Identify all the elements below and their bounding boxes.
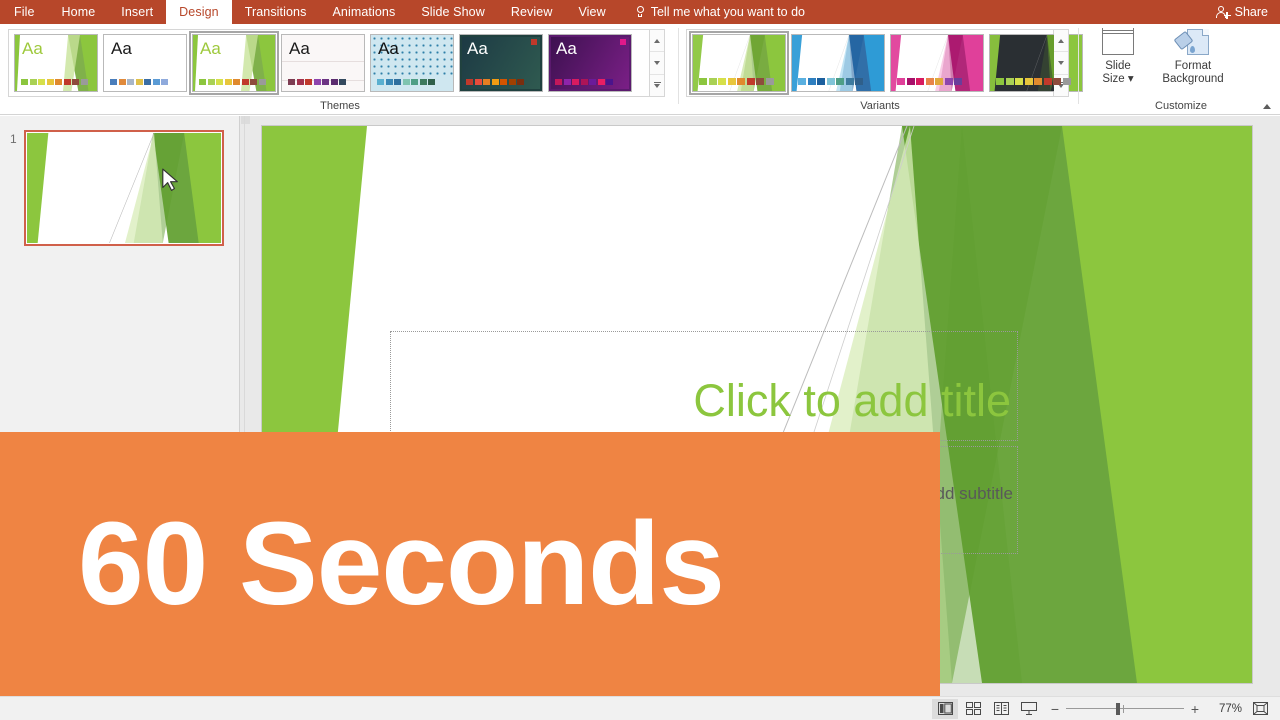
variants-scroll-buttons[interactable]: [1054, 29, 1069, 97]
theme-rule-lines: [282, 61, 364, 81]
variant-thumbnail-0[interactable]: [689, 31, 789, 95]
format-background-icon: [1173, 28, 1213, 57]
share-button[interactable]: Share: [1204, 0, 1280, 24]
theme-aa-preview: Aa: [556, 39, 577, 58]
variant-color-swatches: [798, 78, 863, 85]
tab-review[interactable]: Review: [498, 0, 566, 24]
theme-color-swatches: [466, 79, 524, 85]
format-background-button[interactable]: Format Background: [1150, 28, 1236, 86]
tab-design[interactable]: Design: [166, 0, 232, 24]
group-separator: [1078, 28, 1079, 104]
slide-size-icon: [1098, 28, 1138, 57]
themes-scroll-buttons[interactable]: [650, 29, 665, 97]
ribbon-body: Aa Aa Aa Aa Aa Aa Aa Themes Variants Sli…: [0, 24, 1280, 115]
themes-group: Aa Aa Aa Aa Aa Aa Aa Themes: [0, 24, 680, 115]
variant-thumbnail-1[interactable]: [791, 34, 885, 92]
tab-view[interactable]: View: [565, 0, 618, 24]
slide-size-button[interactable]: Slide Size ▾: [1090, 28, 1146, 86]
theme-thumbnail-1[interactable]: Aa: [103, 34, 187, 92]
theme-color-swatches: [199, 79, 266, 85]
theme-thumbnail-4[interactable]: Aa: [370, 34, 454, 92]
group-separator: [678, 28, 679, 104]
theme-left-sliver: [193, 35, 198, 91]
theme-aa-preview: Aa: [22, 39, 43, 58]
mouse-cursor-icon: [162, 168, 178, 192]
tab-home[interactable]: Home: [49, 0, 109, 24]
zoom-out-button[interactable]: −: [1050, 702, 1060, 716]
fit-slide-to-window-button[interactable]: [1246, 699, 1274, 719]
theme-corner-marker: [620, 39, 626, 45]
variant-color-swatches: [699, 78, 774, 85]
customize-group: Slide Size ▾ Format Background Customize: [1082, 24, 1280, 115]
customize-group-label: Customize: [1155, 100, 1207, 112]
format-background-label-line2: Background: [1162, 73, 1224, 85]
zoom-slider[interactable]: [1066, 702, 1184, 715]
slide-size-dropdown-caret[interactable]: ▾: [1125, 73, 1134, 85]
theme-aa-preview: Aa: [289, 39, 310, 58]
tell-me-label: Tell me what you want to do: [650, 5, 805, 19]
theme-aa-preview: Aa: [111, 39, 132, 58]
themes-more-button[interactable]: [650, 75, 664, 96]
theme-aa-preview: Aa: [467, 39, 488, 58]
normal-view-button[interactable]: [932, 698, 958, 719]
variants-gallery[interactable]: [686, 29, 1083, 97]
theme-color-swatches: [21, 79, 88, 85]
theme-color-swatches: [377, 79, 435, 85]
zoom-control[interactable]: − +: [1050, 702, 1200, 716]
format-background-label-line1: Format: [1174, 60, 1212, 72]
theme-thumbnail-2[interactable]: Aa: [189, 31, 279, 95]
slide-sorter-view-button[interactable]: [960, 699, 986, 719]
status-bar: − + 77%: [0, 696, 1280, 720]
theme-left-sliver: [15, 35, 20, 91]
ribbon-tab-bar: File Home Insert Design Transitions Anim…: [0, 0, 1280, 24]
variant-color-swatches: [897, 78, 962, 85]
title-placeholder[interactable]: Click to add title: [390, 331, 1018, 441]
theme-aa-preview: Aa: [378, 39, 399, 58]
tab-file[interactable]: File: [0, 0, 49, 24]
theme-color-swatches: [288, 79, 346, 85]
tab-transitions[interactable]: Transitions: [232, 0, 320, 24]
themes-scroll-down-button[interactable]: [650, 52, 664, 75]
tell-me-search[interactable]: Tell me what you want to do: [635, 0, 805, 24]
theme-thumbnail-6[interactable]: Aa: [548, 34, 632, 92]
themes-group-label: Themes: [320, 100, 360, 112]
slide-number-label: 1: [10, 132, 17, 146]
slide-thumbnail-1[interactable]: [24, 130, 224, 246]
slide-show-view-button[interactable]: [1016, 699, 1042, 719]
themes-gallery[interactable]: Aa Aa Aa Aa Aa Aa Aa: [8, 29, 650, 97]
share-person-icon: [1215, 5, 1231, 19]
lightbulb-icon: [635, 5, 646, 19]
variants-scroll-up-button[interactable]: [1054, 30, 1068, 53]
zoom-slider-handle[interactable]: [1116, 702, 1120, 715]
reading-view-button[interactable]: [988, 699, 1014, 719]
video-title-overlay: 60 Seconds: [0, 432, 940, 696]
theme-color-swatches: [110, 79, 168, 85]
tab-slide-show[interactable]: Slide Show: [408, 0, 498, 24]
slide-size-label-line2: Size: [1102, 73, 1125, 85]
variants-group-label: Variants: [860, 100, 900, 112]
variant-thumbnail-2[interactable]: [890, 34, 984, 92]
theme-aa-preview: Aa: [200, 39, 221, 58]
variants-scroll-down-button[interactable]: [1054, 52, 1068, 75]
share-label: Share: [1234, 5, 1268, 19]
variants-group: Variants: [680, 24, 1083, 115]
theme-color-swatches: [555, 79, 613, 85]
theme-thumbnail-5[interactable]: Aa: [459, 34, 543, 92]
ribbon-collapse-button[interactable]: [1260, 99, 1274, 113]
overlay-title-text: 60 Seconds: [78, 498, 725, 630]
theme-thumbnail-3[interactable]: Aa: [281, 34, 365, 92]
variant-color-swatches: [996, 78, 1071, 85]
theme-thumbnail-0[interactable]: Aa: [14, 34, 98, 92]
theme-corner-marker: [531, 39, 537, 45]
zoom-level-label[interactable]: 77%: [1208, 703, 1242, 715]
title-placeholder-text: Click to add title: [693, 374, 1011, 426]
tab-insert[interactable]: Insert: [108, 0, 166, 24]
themes-scroll-up-button[interactable]: [650, 30, 664, 53]
slide-size-label-line1: Slide: [1105, 60, 1131, 72]
zoom-in-button[interactable]: +: [1190, 702, 1200, 716]
tab-animations[interactable]: Animations: [319, 0, 408, 24]
